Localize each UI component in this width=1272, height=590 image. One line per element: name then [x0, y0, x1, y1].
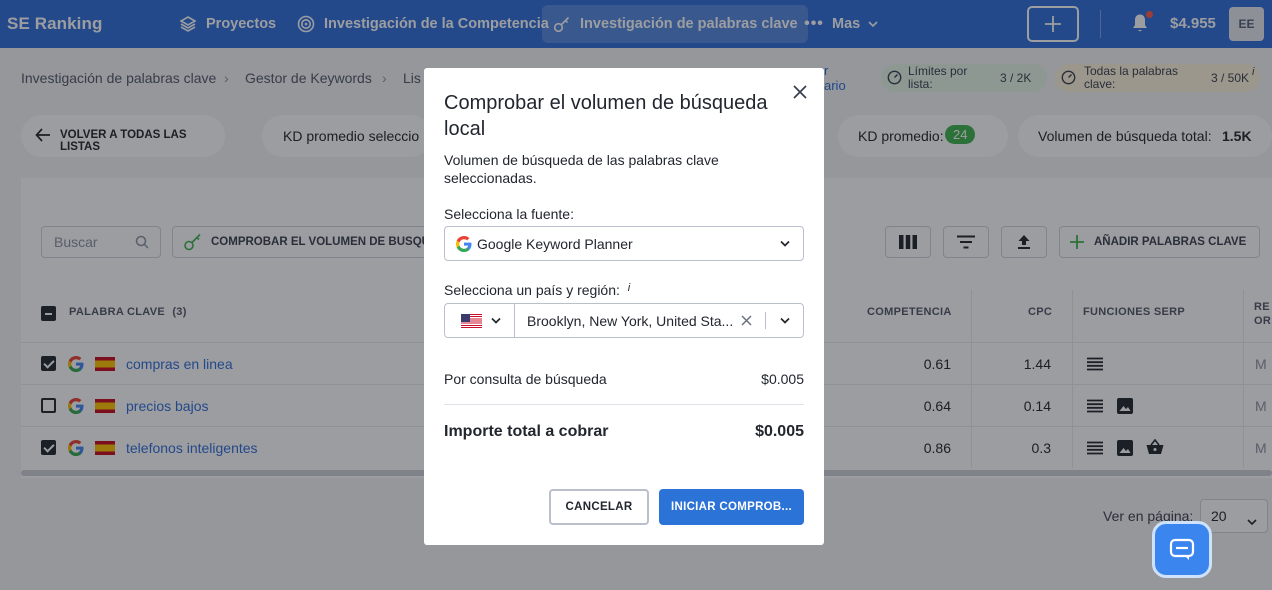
close-icon[interactable] — [791, 83, 809, 101]
usa-flag-icon — [461, 314, 482, 328]
start-check-button[interactable]: INICIAR COMPROB... — [659, 489, 804, 525]
chevron-down-icon — [491, 317, 501, 324]
clear-icon[interactable] — [741, 315, 752, 326]
total-row: Importe total a cobrar $0.005 — [444, 423, 804, 441]
chat-bubble-icon — [1169, 538, 1195, 560]
cancel-button[interactable]: CANCELAR — [549, 489, 649, 525]
total-value: $0.005 — [755, 423, 804, 440]
check-volume-modal: Comprobar el volumen de búsqueda local V… — [424, 68, 824, 545]
per-query-label: Por consulta de búsqueda — [444, 371, 607, 387]
per-query-row: Por consulta de búsqueda $0.005 — [444, 371, 804, 387]
region-value: Brooklyn, New York, United Sta... — [527, 313, 734, 329]
region-select[interactable]: Brooklyn, New York, United Sta... — [444, 303, 804, 338]
per-query-value: $0.005 — [761, 371, 804, 387]
modal-description: Volumen de búsqueda de las palabras clav… — [444, 152, 719, 186]
region-label-text: Selecciona un país y región: — [444, 282, 620, 298]
google-icon — [456, 236, 472, 257]
modal-divider — [444, 404, 804, 405]
chevron-down-icon — [780, 240, 790, 247]
modal-title: Comprobar el volumen de búsqueda local — [444, 92, 768, 140]
info-icon[interactable]: i — [628, 282, 630, 294]
source-value: Google Keyword Planner — [477, 236, 633, 252]
country-select[interactable] — [445, 304, 514, 337]
total-label: Importe total a cobrar — [444, 423, 609, 440]
chevron-down-icon[interactable] — [779, 317, 791, 325]
region-label: Selecciona un país y región: i — [444, 282, 630, 298]
source-select[interactable]: Google Keyword Planner — [444, 226, 804, 261]
select-divider — [765, 312, 766, 329]
chat-button[interactable] — [1152, 521, 1212, 578]
select-divider — [514, 304, 515, 337]
source-label: Selecciona la fuente: — [444, 206, 574, 222]
